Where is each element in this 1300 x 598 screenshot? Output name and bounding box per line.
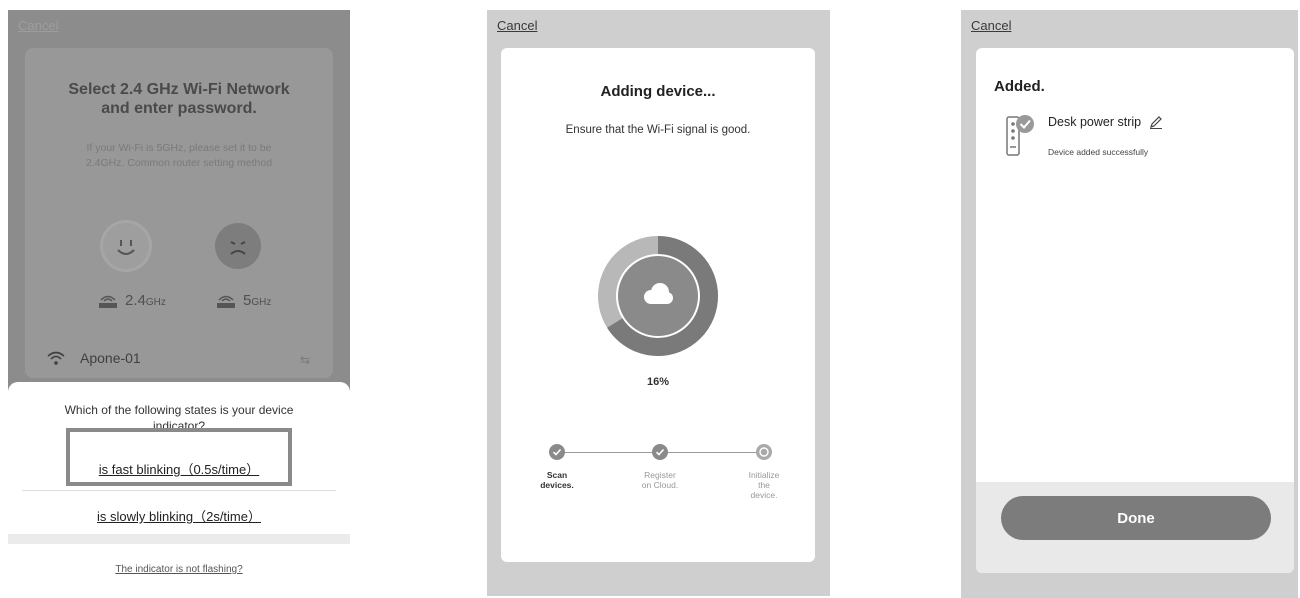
wifi-icon bbox=[47, 351, 65, 365]
divider bbox=[22, 490, 336, 491]
swap-icon[interactable]: ⇆ bbox=[300, 353, 310, 367]
wifi-network-row[interactable]: Apone-01 bbox=[46, 350, 141, 366]
wifi-select-screen: Cancel Select 2.4 GHz Wi-Fi Network and … bbox=[8, 10, 350, 546]
wifi-select-subtitle: If your Wi-Fi is 5GHz, please set it to … bbox=[85, 142, 273, 169]
cancel-link[interactable]: Cancel bbox=[18, 18, 58, 33]
adding-device-card: Adding device... Ensure that the Wi-Fi s… bbox=[501, 48, 815, 562]
fast-blinking-option[interactable]: is fast blinking（0.5s/time） bbox=[8, 459, 350, 478]
router-icon bbox=[217, 295, 235, 308]
step-initialize-check-icon bbox=[756, 444, 772, 460]
band-5ghz: 5GHz bbox=[215, 292, 271, 309]
cancel-link[interactable]: Cancel bbox=[971, 18, 1011, 33]
adding-subtitle: Ensure that the Wi-Fi signal is good. bbox=[565, 124, 751, 136]
router-icon bbox=[99, 295, 117, 308]
wifi-select-title: Select 2.4 GHz Wi-Fi Network and enter p… bbox=[68, 81, 290, 117]
device-name-row: Desk power strip bbox=[1048, 115, 1163, 129]
step-initialize-label: Initialize the device. bbox=[748, 470, 780, 500]
indicator-state-sheet: Which of the following states is your de… bbox=[8, 382, 350, 546]
adding-title: Adding device... bbox=[600, 83, 716, 100]
progress-ring bbox=[598, 236, 718, 356]
step-register-check-icon bbox=[652, 444, 668, 460]
device-name: Desk power strip bbox=[1048, 115, 1142, 129]
not-flashing-link[interactable]: The indicator is not flashing? bbox=[8, 564, 350, 575]
added-title: Added. bbox=[994, 78, 1045, 95]
device-added-screen: Cancel Added. Desk power strip Device ad… bbox=[961, 10, 1298, 598]
step-scan-check-icon bbox=[549, 444, 565, 460]
sad-face-icon bbox=[215, 223, 261, 269]
power-strip-icon bbox=[1006, 115, 1034, 156]
progress-percent: 16% bbox=[646, 376, 670, 388]
wifi-select-card: Select 2.4 GHz Wi-Fi Network and enter p… bbox=[25, 48, 333, 378]
device-added-card: Added. Desk power strip Device added suc… bbox=[976, 48, 1294, 573]
band-24ghz: 2.4GHz bbox=[97, 292, 166, 309]
sheet-separator bbox=[8, 534, 350, 544]
edit-pencil-icon[interactable] bbox=[1149, 115, 1163, 129]
cancel-link[interactable]: Cancel bbox=[497, 18, 537, 33]
wifi-network-name: Apone-01 bbox=[80, 350, 141, 366]
adding-device-screen: Cancel Adding device... Ensure that the … bbox=[487, 10, 830, 596]
step-register-label: Register on Cloud. bbox=[641, 470, 679, 490]
done-button[interactable]: Done bbox=[1001, 496, 1271, 540]
device-status: Device added successfully bbox=[1048, 147, 1149, 157]
slow-blinking-option[interactable]: is slowly blinking（2s/time） bbox=[8, 506, 350, 525]
step-scan-label: Scan devices. bbox=[540, 470, 574, 490]
smile-face-icon bbox=[103, 223, 149, 269]
